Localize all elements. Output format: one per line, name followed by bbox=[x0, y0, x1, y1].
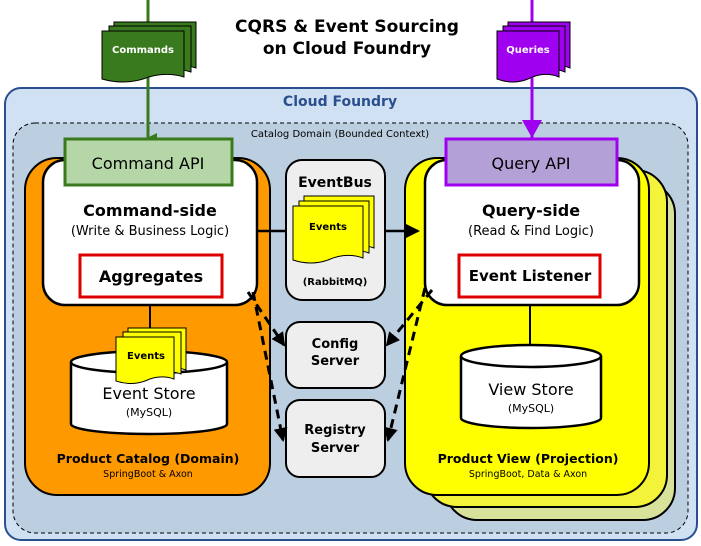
command-api-label: Command API bbox=[92, 154, 205, 173]
command-side-subtitle: (Write & Business Logic) bbox=[71, 224, 229, 239]
event-store-label: Event Store bbox=[102, 384, 195, 403]
command-service-name: Product Catalog (Domain) bbox=[57, 451, 240, 466]
command-side-title: Command-side bbox=[83, 201, 217, 220]
cloud-foundry-label: Cloud Foundry bbox=[283, 94, 397, 110]
registry-server-line2: Server bbox=[311, 441, 360, 456]
registry-server-line1: Registry bbox=[304, 423, 366, 438]
query-side-title: Query-side bbox=[482, 201, 580, 220]
commands-label: Commands bbox=[112, 45, 174, 56]
eventbus-title: EventBus bbox=[298, 175, 372, 191]
config-server-line1: Config bbox=[312, 337, 359, 352]
query-service-name: Product View (Projection) bbox=[438, 451, 619, 466]
config-server-line2: Server bbox=[311, 354, 360, 369]
cqrs-diagram: Cloud Foundry Catalog Domain (Bounded Co… bbox=[4, 0, 698, 541]
aggregates-label: Aggregates bbox=[99, 267, 203, 286]
eventbus-tech: (RabbitMQ) bbox=[303, 277, 368, 288]
bounded-context-label: Catalog Domain (Bounded Context) bbox=[251, 129, 429, 140]
event-listener-label: Event Listener bbox=[469, 267, 592, 285]
events-doc-label: Events bbox=[127, 351, 165, 362]
title-line2: on Cloud Foundry bbox=[263, 39, 431, 59]
command-service-tech: SpringBoot & Axon bbox=[103, 469, 193, 480]
view-store-db-label: (MySQL) bbox=[508, 402, 554, 415]
registry-server-box bbox=[285, 399, 386, 478]
query-service-tech: SpringBoot, Data & Axon bbox=[469, 469, 587, 480]
queries-label: Queries bbox=[506, 45, 550, 56]
title-line1: CQRS & Event Sourcing bbox=[235, 17, 459, 37]
eventbus-doc-label: Events bbox=[309, 222, 347, 233]
view-store-label: View Store bbox=[488, 380, 573, 399]
event-store-db-label: (MySQL) bbox=[126, 406, 172, 419]
query-api-label: Query API bbox=[491, 154, 570, 173]
query-side-subtitle: (Read & Find Logic) bbox=[468, 224, 594, 239]
